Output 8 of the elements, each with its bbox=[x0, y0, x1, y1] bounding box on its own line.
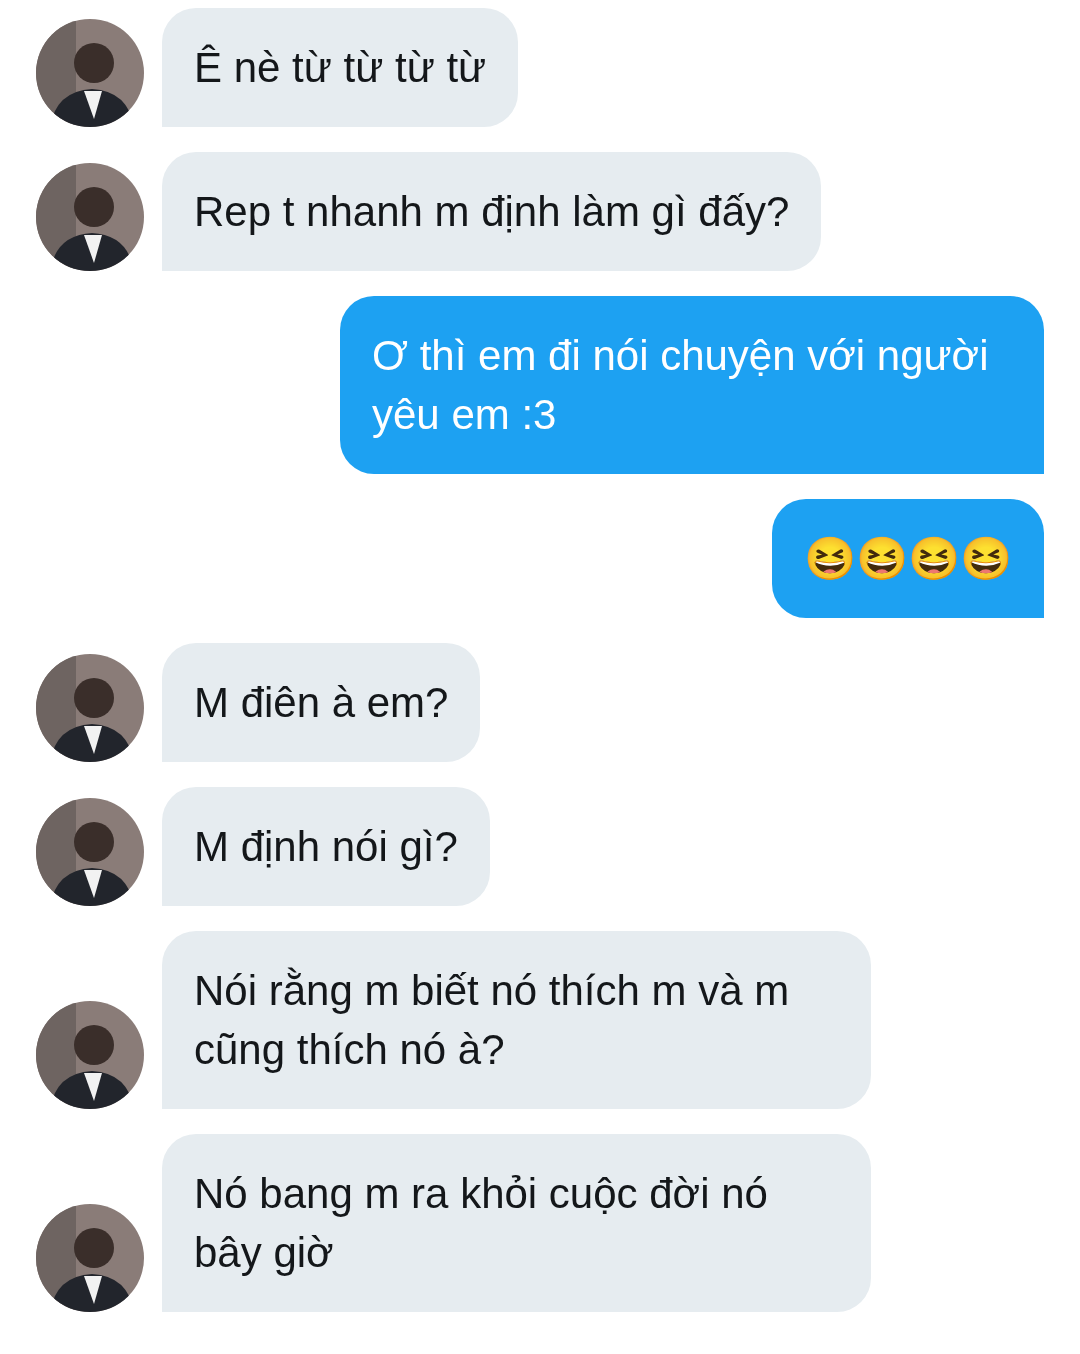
message-bubble: M điên à em? bbox=[162, 643, 481, 762]
message-bubble: Nó bang m ra khỏi cuộc đời nó bây giờ bbox=[162, 1134, 871, 1312]
message-bubble: Ơ thì em đi nói chuyện với người yêu em :3 bbox=[340, 296, 1044, 474]
message-bubble: M định nói gì? bbox=[162, 787, 490, 906]
message-bubble: Nói rằng m biết nó thích m và m cũng thích nó à? bbox=[162, 931, 871, 1109]
message-bubble: 😆😆😆😆 bbox=[772, 499, 1044, 618]
message-bubble: Ê nè từ từ từ từ bbox=[162, 8, 519, 127]
message-bubble: Rep t nhanh m định làm gì đấy? bbox=[162, 152, 822, 271]
